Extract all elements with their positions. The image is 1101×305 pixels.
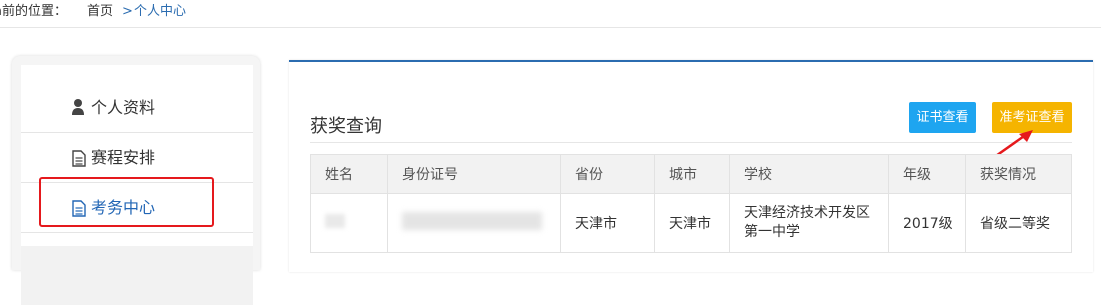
sidebar-item-label: 赛程安排 — [91, 148, 156, 167]
cell-name — [310, 193, 388, 253]
cell-city: 天津市 — [654, 193, 730, 253]
breadcrumb-separator: > — [122, 4, 133, 19]
sidebar-footer — [21, 246, 253, 305]
breadcrumb-current[interactable]: 个人中心 — [134, 0, 186, 24]
breadcrumb-prefix: á前的位置： — [0, 4, 67, 19]
user-icon — [72, 83, 86, 133]
column-header: 省份 — [560, 154, 655, 194]
cell-award: 省级二等奖 — [965, 193, 1072, 253]
cell-grade: 2017级 — [888, 193, 966, 253]
cell-id — [387, 193, 561, 253]
column-header: 姓名 — [310, 154, 388, 194]
sidebar-item-profile[interactable]: 个人资料 — [21, 83, 253, 133]
sidebar: 个人资料 赛程安排 考务中心 — [12, 56, 260, 305]
column-header: 学校 — [729, 154, 889, 194]
table-row: 天津市 天津市 天津经济技术开发区第一中学 2017级 省级二等奖 — [310, 193, 1072, 253]
cell-province: 天津市 — [560, 193, 655, 253]
document-icon — [72, 133, 86, 183]
redacted-name — [325, 214, 345, 228]
awards-panel: 获奖查询 证书查看 准考证查看 姓名 身份证号 省份 城市 学校 年级 获奖情况… — [289, 60, 1093, 272]
view-certificate-button[interactable]: 证书查看 — [909, 102, 976, 133]
sidebar-item-label: 个人资料 — [91, 98, 156, 117]
redacted-id — [402, 212, 542, 230]
column-header: 身份证号 — [387, 154, 561, 194]
column-header: 城市 — [654, 154, 730, 194]
awards-table: 姓名 身份证号 省份 城市 学校 年级 获奖情况 天津市 天津市 天津经济技术开… — [310, 154, 1072, 253]
breadcrumb: á前的位置： 首页 > 个人中心 — [0, 0, 1101, 28]
cell-school: 天津经济技术开发区第一中学 — [729, 193, 889, 253]
page-title: 获奖查询 — [310, 116, 382, 137]
highlight-annotation-box — [39, 177, 214, 227]
breadcrumb-home-link[interactable]: 首页 — [87, 0, 113, 24]
column-header: 年级 — [888, 154, 966, 194]
column-header: 获奖情况 — [965, 154, 1072, 194]
sidebar-item-schedule[interactable]: 赛程安排 — [21, 133, 253, 183]
table-header-row: 姓名 身份证号 省份 城市 学校 年级 获奖情况 — [310, 154, 1072, 194]
title-divider — [310, 142, 1072, 143]
